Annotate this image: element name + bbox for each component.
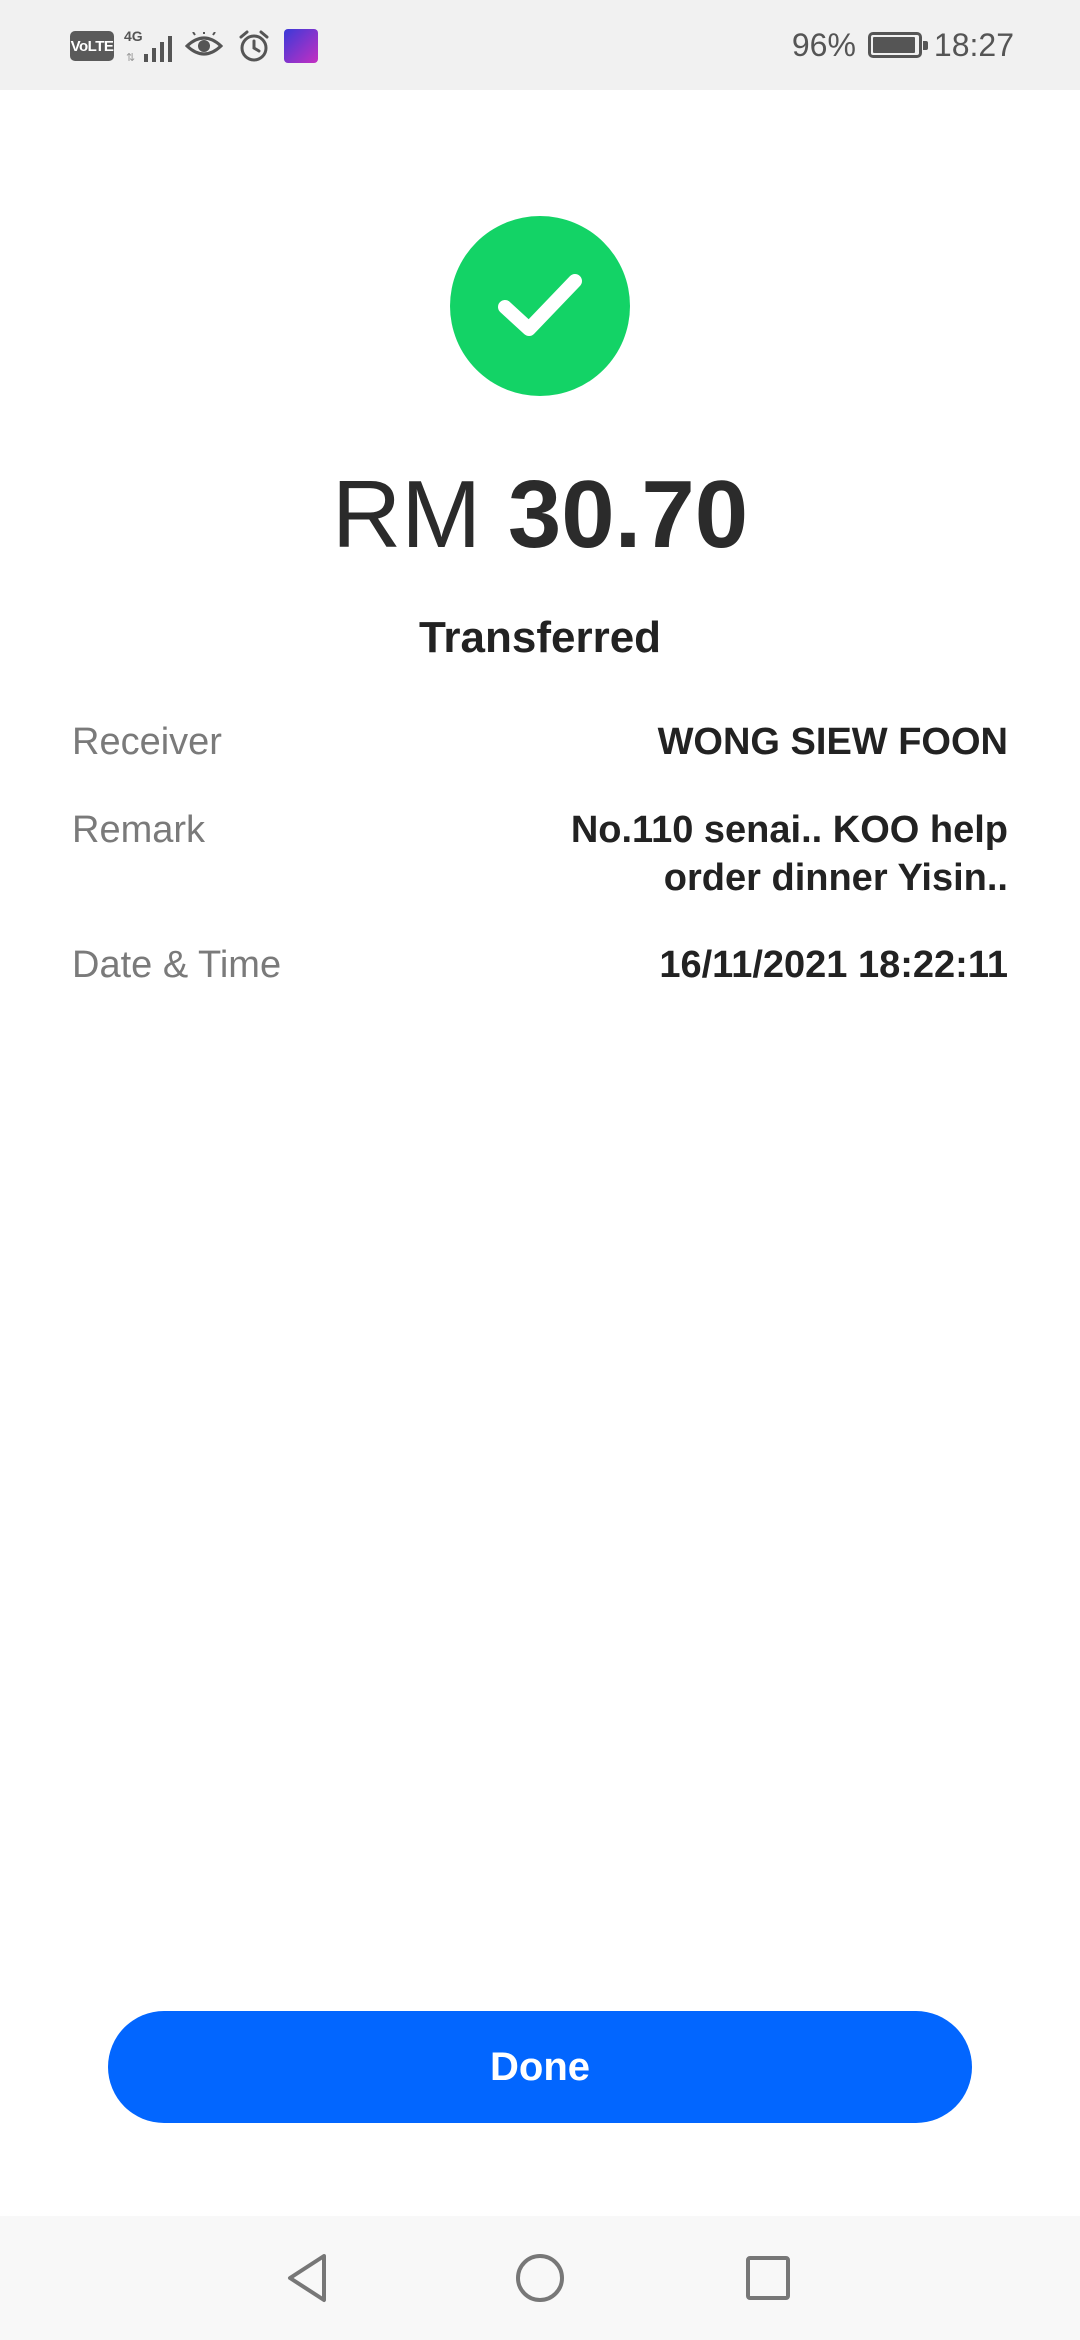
alarm-icon	[234, 26, 274, 66]
receiver-value: WONG SIEW FOON	[657, 721, 1008, 763]
datetime-row: Date & Time 16/11/2021 18:22:11	[72, 941, 1008, 989]
remark-line-2: order dinner Yisin..	[663, 857, 1008, 899]
volte-icon: VoLTE	[70, 31, 114, 61]
network-4g-icon: 4G ⇅	[124, 28, 174, 64]
battery-fill	[872, 37, 915, 53]
app-notification-icon	[284, 29, 318, 63]
datetime-value: 16/11/2021 18:22:11	[659, 944, 1008, 986]
transfer-status: Transferred	[418, 613, 662, 662]
network-label: 4G	[124, 28, 143, 44]
recent-apps-icon[interactable]	[736, 2246, 800, 2310]
status-icons-right: 96% 18:27	[792, 22, 1014, 68]
eye-icon	[184, 26, 224, 66]
navigation-bar	[0, 2216, 1080, 2340]
transfer-amount: RM 30.70	[0, 455, 1080, 575]
remark-label: Remark	[72, 809, 206, 851]
data-arrows-icon: ⇅	[126, 52, 136, 64]
remark-value: No.110 senai.. KOO help order dinner Yis…	[571, 806, 1008, 902]
back-icon[interactable]	[276, 2246, 340, 2310]
done-button[interactable]: Done	[108, 2011, 972, 2123]
amount-currency: RM	[331, 461, 482, 568]
receiver-row: Receiver WONG SIEW FOON	[72, 718, 1008, 766]
receiver-label: Receiver	[72, 721, 222, 763]
status-time: 18:27	[933, 26, 1014, 63]
datetime-label: Date & Time	[72, 944, 282, 986]
status-icons-left: VoLTE 4G ⇅	[70, 24, 318, 68]
check-circle-icon	[450, 216, 630, 396]
home-icon[interactable]	[508, 2246, 572, 2310]
signal-icon	[144, 36, 172, 62]
remark-row: Remark No.110 senai.. KOO help order din…	[72, 806, 1008, 902]
status-bar: VoLTE 4G ⇅ 96% 18:27	[0, 0, 1080, 90]
remark-line-1: No.110 senai.. KOO help	[570, 809, 1008, 851]
checkmark-icon	[498, 274, 582, 336]
amount-value: 30.70	[507, 461, 749, 568]
battery-icon	[867, 32, 928, 58]
battery-percent: 96%	[791, 26, 856, 63]
